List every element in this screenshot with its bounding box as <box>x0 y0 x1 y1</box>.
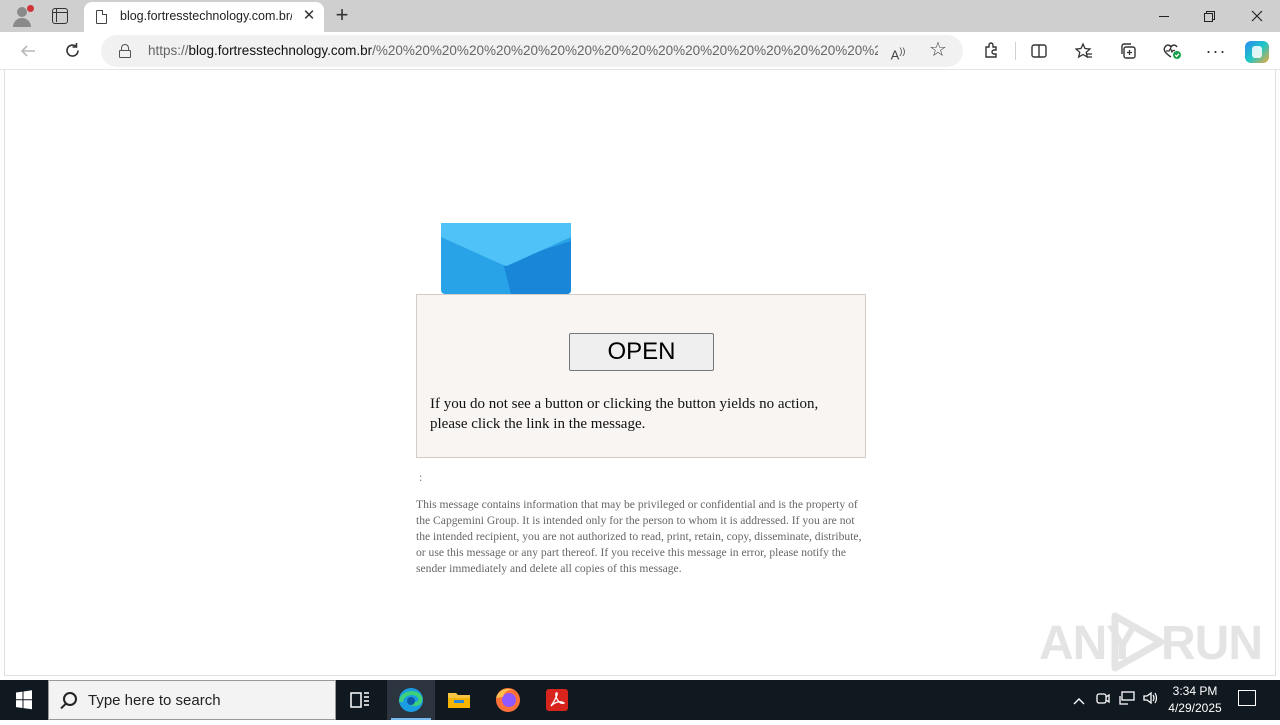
notification-icon[interactable] <box>1238 690 1256 706</box>
taskbar-search[interactable]: Type here to search <box>48 680 336 720</box>
network-icon[interactable] <box>1116 680 1138 720</box>
clock-date: 4/29/2025 <box>1168 701 1222 715</box>
start-button[interactable] <box>0 680 48 720</box>
search-placeholder: Type here to search <box>88 692 221 709</box>
read-aloud-icon[interactable]: A)) <box>886 39 910 63</box>
tab-title: blog.fortresstechnology.com.br/ <box>120 9 292 23</box>
windows-logo-icon <box>16 690 32 710</box>
watermark-text-right: RUN <box>1161 617 1263 670</box>
open-button[interactable]: OPEN <box>569 333 714 371</box>
tab-actions-icon[interactable] <box>52 8 68 24</box>
meet-icon[interactable] <box>1093 680 1113 720</box>
page-icon <box>96 10 107 24</box>
separator-text: : <box>419 470 423 484</box>
back-icon[interactable] <box>15 38 41 64</box>
profile-icon[interactable] <box>12 5 34 27</box>
close-window-button[interactable] <box>1234 0 1280 32</box>
more-icon[interactable]: ··· <box>1203 38 1229 64</box>
reload-icon[interactable] <box>59 38 85 64</box>
copilot-icon[interactable] <box>1245 41 1269 63</box>
chevron-up-icon[interactable] <box>1068 680 1090 720</box>
edge-icon[interactable] <box>387 680 435 720</box>
acrobat-icon[interactable] <box>533 680 581 720</box>
browser-tab[interactable]: blog.fortresstechnology.com.br/ ✕ <box>84 2 324 32</box>
browser-toolbar: https://blog.fortresstechnology.com.br/%… <box>0 32 1280 70</box>
new-tab-icon[interactable]: + <box>331 4 353 26</box>
url-text[interactable]: https://blog.fortresstechnology.com.br/%… <box>148 43 878 58</box>
play-logo-icon <box>1111 612 1165 672</box>
split-screen-icon[interactable] <box>1026 38 1052 64</box>
page-viewport: OPEN If you do not see a button or click… <box>4 70 1276 676</box>
taskbar-clock[interactable]: 3:34 PM 4/29/2025 <box>1160 683 1230 717</box>
tab-close-icon[interactable]: ✕ <box>300 7 318 25</box>
instruction-text: If you do not see a button or clicking t… <box>430 396 819 432</box>
volume-icon[interactable] <box>1140 680 1162 720</box>
search-icon <box>63 692 77 706</box>
collections-icon[interactable] <box>1115 38 1141 64</box>
lock-icon[interactable] <box>119 44 131 58</box>
anyrun-watermark: ANY RUN <box>1039 608 1263 674</box>
disclaimer-text: This message contains information that m… <box>416 498 862 575</box>
browser-titlebar: blog.fortresstechnology.com.br/ ✕ + <box>0 0 1280 32</box>
envelope-icon <box>441 223 571 294</box>
toolbar-separator <box>1015 42 1016 60</box>
extensions-icon[interactable] <box>978 38 1004 64</box>
restore-button[interactable] <box>1187 0 1233 32</box>
firefox-icon[interactable] <box>484 680 532 720</box>
clock-time: 3:34 PM <box>1172 684 1218 698</box>
favorite-star-icon[interactable]: ☆ <box>926 38 950 62</box>
windows-taskbar: Type here to search 3:34 PM 4/29/2025 <box>0 680 1280 720</box>
message-card: OPEN If you do not see a button or click… <box>416 294 866 458</box>
address-bar[interactable]: https://blog.fortresstechnology.com.br/%… <box>101 35 963 67</box>
browser-essentials-icon[interactable] <box>1159 38 1185 64</box>
file-explorer-icon[interactable] <box>435 680 483 720</box>
task-view-icon[interactable] <box>336 680 384 720</box>
favorites-icon[interactable] <box>1071 38 1097 64</box>
minimize-button[interactable] <box>1141 0 1187 32</box>
